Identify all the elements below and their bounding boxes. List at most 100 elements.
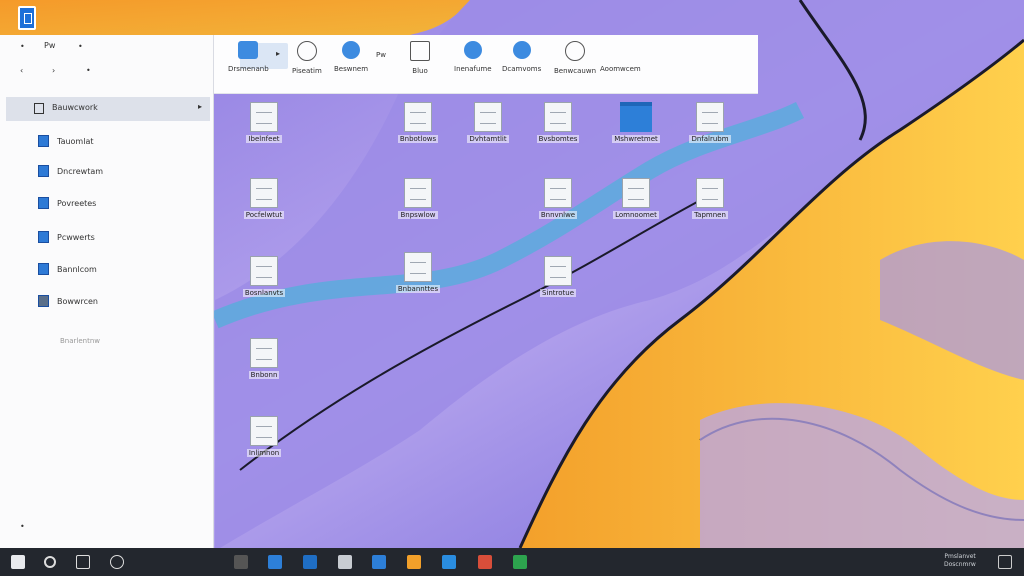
task-view-icon[interactable] [76,555,90,569]
pinned-app-icon[interactable] [513,555,527,569]
file-name: Tapmnen [692,211,728,219]
tray-clock[interactable]: Pmslanvet Doscnmrw [944,553,976,569]
document-icon [544,256,572,286]
user-icon [463,41,482,59]
folder-view-icon [238,41,259,59]
desktop-file[interactable]: Bnbotlows [388,102,448,143]
dot-icon: • [20,522,25,531]
desktop-file[interactable]: Inlimnon [234,416,294,457]
desktop-file[interactable]: Tapmnen [680,178,740,219]
file-name: Inlimnon [246,449,282,457]
ribbon-button-label: Piseatim [292,67,322,75]
pinned-app-icon[interactable] [303,555,317,569]
back-button[interactable]: ‹ [20,67,23,75]
folder-icon [38,295,49,307]
pinned-app-icon[interactable] [442,555,456,569]
desktop-file[interactable]: Lomnoomet [606,178,666,219]
file-name: Mshwretmet [612,135,660,143]
sidebar-item-label: Povreetes [57,198,97,208]
ribbon-button-label: Benwcauwn [554,67,597,75]
pinned-app-icon[interactable] [372,555,386,569]
ribbon-button[interactable]: Benwcauwn [554,41,596,75]
notification-icon[interactable] [998,555,1012,569]
sidebar-item-label: Pcwwerts [57,232,95,242]
ribbon-button-label: Beswnem [334,65,369,73]
ribbon-button-label: Drsmenanb [228,65,269,73]
pinned-app-icon[interactable] [268,555,282,569]
sidebar-item-label: Bauwcwork [52,103,98,112]
sidebar-item[interactable]: Bowwrcen [38,293,98,309]
desktop-file[interactable]: Ibelnfeet [234,102,294,143]
desktop-file[interactable]: Pocfelwtut [234,178,294,219]
sidebar-item-selected[interactable]: Bauwcwork ▸ [6,97,210,121]
file-name: Bnbonn [248,371,280,379]
globe-icon [342,41,361,59]
ribbon-toolbar: Drsmenanb ▸ Piseatim Beswnem Pw Bluo Ine… [214,35,758,94]
ribbon-button[interactable]: Piseatim [292,41,322,75]
search-icon[interactable] [44,556,56,568]
settings-icon [565,41,585,61]
document-icon [544,102,572,132]
sidebar: • Pw • ‹ › • Bauwcwork ▸ Tauomlat Dncrew… [0,35,214,548]
desktop-file[interactable]: Bnbannttes [388,252,448,293]
file-name: Bnpswlow [398,211,438,219]
ribbon-button[interactable]: Dcamvoms [502,41,541,73]
document-icon [544,178,572,208]
ribbon-button-label: Dcamvoms [502,65,542,73]
pinned-app-icon[interactable] [234,555,248,569]
sidebar-item[interactable]: Bannlcom [38,261,97,277]
desktop-file[interactable]: Bosnlanvts [234,256,294,297]
desktop-file[interactable]: Bnpswlow [388,178,448,219]
file-name: Ibelnfeet [246,135,282,143]
app-shortcut-icon[interactable] [18,6,36,30]
folder-icon [34,103,44,114]
forward-button[interactable]: › [52,67,55,75]
pinned-app-icon[interactable] [478,555,492,569]
desktop-file[interactable]: Bnnvnlwe [528,178,588,219]
file-name: Bnbannttes [395,285,441,293]
pinned-app-icon[interactable] [338,555,352,569]
file-name: Pocfelwtut [243,211,285,219]
start-icon[interactable] [11,555,25,569]
ribbon-button[interactable]: Drsmenanb [228,41,269,73]
desktop-folder[interactable]: Mshwretmet [606,102,666,143]
file-name: Dvhtamtlit [467,135,509,143]
ribbon-button[interactable]: Beswnem [334,41,368,73]
desktop-file[interactable]: Dvhtamtlit [458,102,518,143]
document-icon [474,102,502,132]
document-icon [250,178,278,208]
desktop-file[interactable]: Sintrotue [528,256,588,297]
desktop-file[interactable]: Bvsbomtes [528,102,588,143]
sidebar-item[interactable]: Tauomlat [38,133,93,149]
pinned-app-icon[interactable] [407,555,421,569]
person-icon [410,41,430,61]
ribbon-button-label: Aoomwcem [600,65,641,73]
document-icon [696,102,724,132]
settings-icon[interactable] [110,555,124,569]
dot-icon: • [78,42,83,51]
folder-icon [38,263,49,275]
chevron-right-icon[interactable]: ▸ [198,102,202,111]
file-name: Bnnvnlwe [538,211,578,219]
document-icon [696,178,724,208]
desktop-file[interactable]: Bnbonn [234,338,294,379]
sidebar-item[interactable]: Dncrewtam [38,163,103,179]
file-name: Bosnlanvts [242,289,286,297]
sidebar-item[interactable]: Pcwwerts [38,229,95,245]
file-name: Bnbotlows [397,135,439,143]
dot-icon: • [20,42,25,51]
ribbon-button[interactable]: Pw [376,51,386,59]
chevron-right-icon[interactable]: ▸ [276,49,280,58]
ribbon-button[interactable]: Aoomwcem [600,65,641,73]
folder-icon [38,231,49,243]
desktop-file[interactable]: Dnfalrubm [680,102,740,143]
dot-icon: • [86,66,91,75]
ribbon-button[interactable]: Inenafume [454,41,492,73]
file-name: Lomnoomet [613,211,659,219]
sidebar-item[interactable]: Povreetes [38,195,96,211]
document-icon [250,256,278,286]
folder-icon [620,102,652,132]
tray-line: Pmslanvet [944,553,976,560]
document-icon [250,102,278,132]
ribbon-button[interactable]: Bluo [410,41,430,75]
